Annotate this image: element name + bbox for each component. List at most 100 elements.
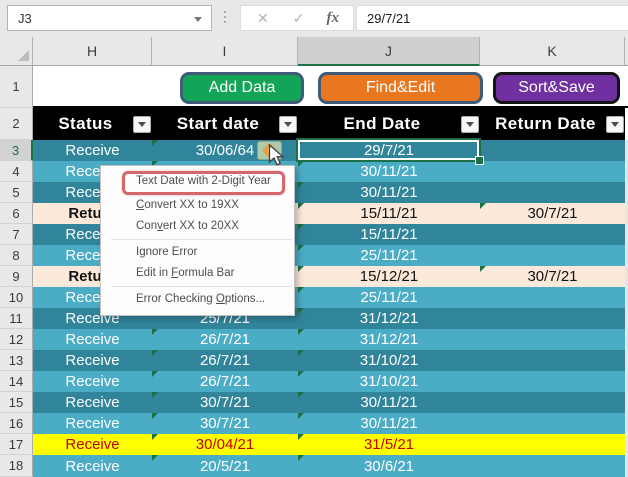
filter-dropdown-icon[interactable]: [279, 116, 297, 133]
cell-return-date[interactable]: [480, 413, 625, 434]
error-triangle-icon: [298, 203, 304, 209]
row-number[interactable]: 11: [0, 308, 33, 329]
cell-return-date[interactable]: [480, 182, 625, 203]
cell-return-date[interactable]: [480, 350, 625, 371]
cell-return-date[interactable]: [480, 455, 625, 477]
fill-handle[interactable]: [475, 156, 484, 165]
cell-return-date[interactable]: [480, 371, 625, 392]
row-number[interactable]: 15: [0, 392, 33, 413]
formula-input[interactable]: 29/7/21: [356, 5, 628, 31]
name-box[interactable]: J3: [7, 5, 212, 31]
table-row: 18 Receive 20/5/21 30/6/21: [0, 455, 628, 477]
row-number[interactable]: 5: [0, 182, 33, 203]
filter-dropdown-icon[interactable]: [133, 116, 151, 133]
row-number[interactable]: 2: [0, 108, 33, 140]
cell-return-date[interactable]: [480, 329, 625, 350]
column-header-k[interactable]: K: [480, 37, 625, 66]
cell-status[interactable]: Receive: [33, 140, 152, 161]
row-number[interactable]: 16: [0, 413, 33, 434]
cell-status[interactable]: Receive: [33, 455, 152, 477]
sort-save-button[interactable]: Sort&Save: [493, 72, 620, 104]
cell-end-date[interactable]: 15/11/21: [298, 203, 480, 224]
row-number[interactable]: 9: [0, 266, 33, 287]
menu-item[interactable]: Edit in Formula Bar: [101, 263, 294, 284]
cell-return-date[interactable]: [480, 161, 625, 182]
row-number[interactable]: 14: [0, 371, 33, 392]
cancel-icon[interactable]: ✕: [257, 10, 269, 27]
annotation-highlight: [122, 171, 285, 195]
cell-end-date[interactable]: 25/11/21: [298, 287, 480, 308]
row-number[interactable]: 12: [0, 329, 33, 350]
row-number[interactable]: 7: [0, 224, 33, 245]
cell-status[interactable]: Receive: [33, 371, 152, 392]
cell-start-date[interactable]: 20/5/21: [152, 455, 298, 477]
add-data-button[interactable]: Add Data: [180, 72, 304, 104]
name-box-dropdown-icon[interactable]: [194, 17, 202, 22]
row-number[interactable]: 18: [0, 455, 33, 477]
row-number[interactable]: 6: [0, 203, 33, 224]
menu-item[interactable]: Ignore Error: [101, 242, 294, 263]
cell-status[interactable]: Receive: [33, 434, 152, 455]
row-number[interactable]: 1: [0, 66, 33, 108]
cell-return-date[interactable]: [480, 392, 625, 413]
cell-start-date[interactable]: 30/7/21: [152, 392, 298, 413]
header-cell-end-date[interactable]: End Date: [298, 108, 480, 140]
cell-end-date[interactable]: 30/11/21: [298, 182, 480, 203]
column-header-h[interactable]: H: [33, 37, 152, 66]
cell-return-date[interactable]: 30/7/21: [480, 203, 625, 224]
cell-return-date[interactable]: [480, 287, 625, 308]
column-header-j[interactable]: J: [298, 37, 480, 66]
menu-item[interactable]: Convert XX to 19XX: [101, 195, 294, 216]
cell-return-date[interactable]: [480, 224, 625, 245]
find-edit-button[interactable]: Find&Edit: [318, 72, 483, 104]
cell-end-date[interactable]: 30/11/21: [298, 392, 480, 413]
formula-buttons: ✕ ✓ fx: [240, 5, 354, 31]
row-number[interactable]: 10: [0, 287, 33, 308]
cell-end-date[interactable]: 30/11/21: [298, 161, 480, 182]
cell-end-date[interactable]: 25/11/21: [298, 245, 480, 266]
row-number[interactable]: 17: [0, 434, 33, 455]
cell-end-date[interactable]: 15/12/21: [298, 266, 480, 287]
cell-start-date[interactable]: 30/7/21: [152, 413, 298, 434]
cell-start-date[interactable]: 30/04/21: [152, 434, 298, 455]
cell-end-date[interactable]: 31/5/21: [298, 434, 480, 455]
header-cell-start-date[interactable]: Start date: [152, 108, 298, 140]
filter-dropdown-icon[interactable]: [461, 116, 479, 133]
menu-item[interactable]: Convert XX to 20XX: [101, 216, 294, 237]
menu-item[interactable]: Error Checking Options...: [101, 289, 294, 310]
cell-end-date[interactable]: 30/11/21: [298, 413, 480, 434]
select-all-corner[interactable]: [0, 37, 33, 66]
cell-start-date[interactable]: 26/7/21: [152, 371, 298, 392]
insert-function-icon[interactable]: fx: [326, 10, 339, 27]
table-row: 8 Receive 25/11/21: [0, 245, 628, 266]
cell-end-date[interactable]: 31/10/21: [298, 350, 480, 371]
row-number[interactable]: 13: [0, 350, 33, 371]
header-cell-return-date[interactable]: Return Date: [480, 108, 625, 140]
row-number[interactable]: 8: [0, 245, 33, 266]
cell-end-date[interactable]: 15/11/21: [298, 224, 480, 245]
cell-end-date[interactable]: 31/12/21: [298, 329, 480, 350]
cell-return-date[interactable]: [480, 245, 625, 266]
filter-dropdown-icon[interactable]: [606, 116, 624, 133]
error-triangle-icon: [152, 455, 158, 461]
row-number[interactable]: 4: [0, 161, 33, 182]
row-number[interactable]: 3: [0, 140, 33, 161]
cell-end-date[interactable]: 31/10/21: [298, 371, 480, 392]
cell-end-date[interactable]: 31/12/21: [298, 308, 480, 329]
cell-status[interactable]: Receive: [33, 329, 152, 350]
cell-status[interactable]: Receive: [33, 350, 152, 371]
cell-status[interactable]: Receive: [33, 413, 152, 434]
cell-end-date[interactable]: 30/6/21: [298, 455, 480, 477]
error-triangle-icon: [152, 392, 158, 398]
header-cell-status[interactable]: Status: [33, 108, 152, 140]
cell-return-date[interactable]: [480, 308, 625, 329]
column-header-i[interactable]: I: [152, 37, 298, 66]
cell-start-date[interactable]: 26/7/21: [152, 350, 298, 371]
cell-status[interactable]: Receive: [33, 392, 152, 413]
cell-return-date[interactable]: [480, 140, 625, 161]
cell-start-date[interactable]: 26/7/21: [152, 329, 298, 350]
cell-return-date[interactable]: [480, 434, 625, 455]
cell-return-date[interactable]: 30/7/21: [480, 266, 625, 287]
confirm-icon[interactable]: ✓: [293, 10, 305, 27]
error-triangle-icon: [298, 434, 304, 440]
